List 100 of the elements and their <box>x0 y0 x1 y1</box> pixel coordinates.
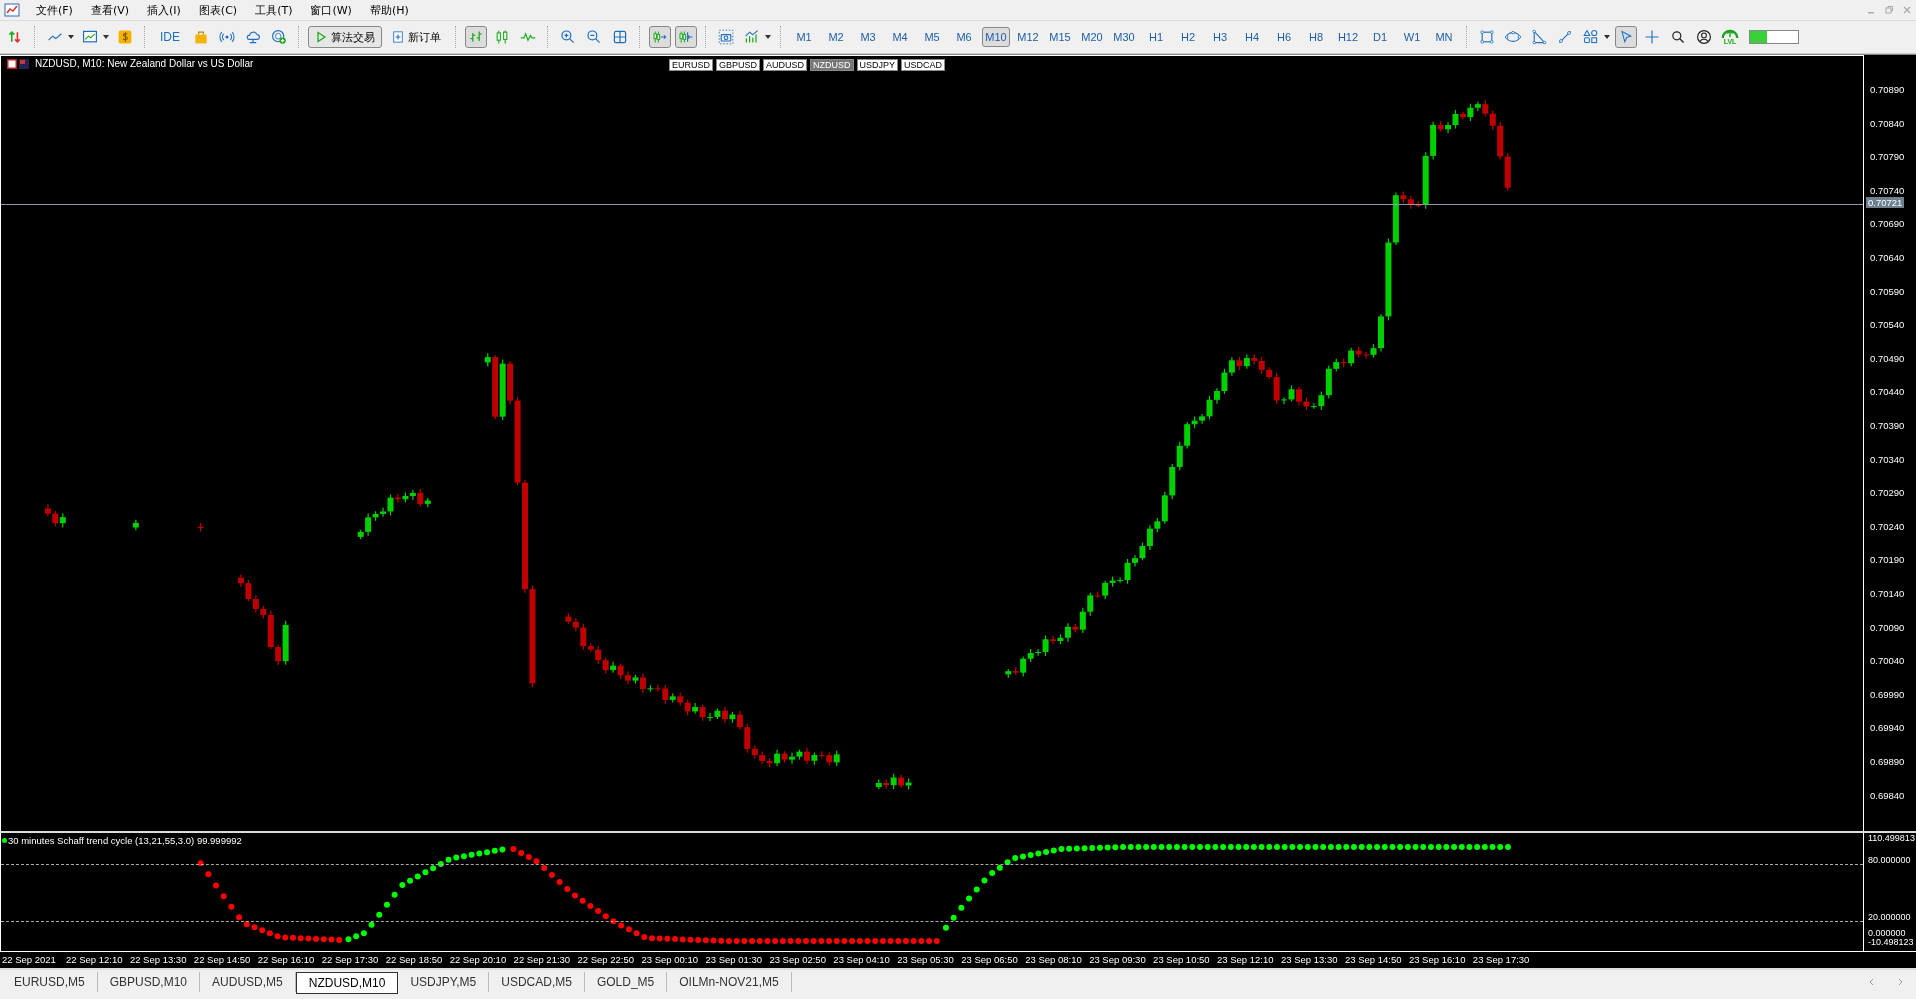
chart-tab[interactable]: OILMn-NOV21,M5 <box>667 972 792 992</box>
chart-shift-icon[interactable] <box>675 26 697 48</box>
price-tick: 0.70640 <box>1869 252 1905 263</box>
timeframe-button[interactable]: M12 <box>1014 27 1042 47</box>
indicator-label: 30 minutes Schaff trend cycle (13,21,55,3.0) 99.999992 <box>8 835 242 846</box>
price-tick: 0.70340 <box>1869 453 1905 465</box>
price-tick: 0.70040 <box>1869 655 1905 667</box>
timeframe-button[interactable]: H4 <box>1238 27 1266 47</box>
timeframe-button[interactable]: M5 <box>918 27 946 47</box>
caret-icon[interactable] <box>102 33 110 41</box>
timeframe-button[interactable]: W1 <box>1398 27 1426 47</box>
scroll-right-icon[interactable] <box>1896 978 1904 986</box>
menu-item[interactable]: 窗口(W) <box>304 2 364 18</box>
menu-item[interactable]: 文件(F) <box>30 2 85 18</box>
time-tick: 22 Sep 12:10 <box>65 954 123 965</box>
timeframe-button[interactable]: M1 <box>790 27 818 47</box>
price-tick: 0.70590 <box>1869 285 1905 297</box>
timeframe-button[interactable]: M10 <box>982 27 1010 47</box>
price-tick: 0.70790 <box>1869 151 1905 163</box>
price-tick: 0.70540 <box>1869 319 1905 331</box>
timeframe-button[interactable]: H1 <box>1142 27 1170 47</box>
price-tick: 0.70290 <box>1869 487 1905 499</box>
timeframe-button[interactable]: H2 <box>1174 27 1202 47</box>
price-tick: 0.69940 <box>1869 722 1905 734</box>
caret-icon[interactable] <box>1603 33 1611 41</box>
chart-tab[interactable]: AUDUSD,M5 <box>200 972 296 992</box>
algo-trading-button[interactable]: 算法交易 <box>308 26 382 48</box>
timeframe-button[interactable]: D1 <box>1366 27 1394 47</box>
time-tick: 23 Sep 04:10 <box>833 954 890 965</box>
time-tick: 23 Sep 12:10 <box>1217 954 1274 965</box>
price-tick: 0.70240 <box>1869 520 1905 532</box>
symbol-button[interactable]: AUDUSD <box>763 59 808 71</box>
close-icon[interactable] <box>1902 5 1912 15</box>
time-tick: 23 Sep 09:30 <box>1089 954 1146 965</box>
time-tick: 22 Sep 13:30 <box>129 954 187 965</box>
time-tick: 23 Sep 16:10 <box>1408 954 1466 965</box>
caret-icon[interactable] <box>67 33 75 41</box>
menu-item[interactable]: 图表(C) <box>192 2 250 18</box>
current-price-label: 0.70721 <box>1866 197 1905 208</box>
chart-title: NZDUSD, M10: New Zealand Dollar vs US Dollar <box>35 58 254 69</box>
app-icon[interactable] <box>4 2 20 18</box>
timeframe-button[interactable]: M6 <box>950 27 978 47</box>
menu-item[interactable]: 工具(T) <box>249 2 305 18</box>
timeframe-button[interactable]: M3 <box>854 27 882 47</box>
scroll-left-icon[interactable] <box>1868 978 1876 986</box>
time-tick: 22 Sep 16:10 <box>257 954 315 965</box>
time-tick: 23 Sep 13:30 <box>1281 954 1338 965</box>
time-tick: 22 Sep 21:30 <box>513 954 571 965</box>
timeframe-button[interactable]: H3 <box>1206 27 1234 47</box>
level-tick: 110.499813 <box>1867 833 1915 843</box>
level-tick: -10.498123 <box>1867 937 1914 947</box>
price-tick: 0.70840 <box>1869 117 1905 129</box>
time-tick: 23 Sep 08:10 <box>1025 954 1082 965</box>
timeframe-button[interactable]: M2 <box>822 27 850 47</box>
time-tick: 22 Sep 17:30 <box>321 954 379 965</box>
chart-tab[interactable]: USDJPY,M5 <box>398 972 490 992</box>
time-tick: 22 Sep 14:50 <box>193 954 251 965</box>
chart-tab[interactable]: GBPUSD,M10 <box>97 972 201 992</box>
time-tick: 22 Sep 22:50 <box>577 954 635 965</box>
timeframe-button[interactable]: M20 <box>1078 27 1106 47</box>
chart-tab[interactable]: NZDUSD,M10 <box>295 972 399 994</box>
price-tick: 0.70390 <box>1869 420 1905 431</box>
price-tick: 0.70190 <box>1869 554 1905 566</box>
time-tick: 23 Sep 02:50 <box>769 954 826 965</box>
price-tick: 0.70740 <box>1869 184 1905 196</box>
timeframe-button[interactable]: H6 <box>1270 27 1298 47</box>
level-tick: 20.000000 <box>1867 912 1911 922</box>
caret-icon[interactable] <box>764 33 772 41</box>
restore-icon[interactable] <box>1884 5 1894 15</box>
chart-tab[interactable]: GOLD_M5 <box>584 972 668 992</box>
timeframe-button[interactable]: M15 <box>1046 27 1074 47</box>
price-tick: 0.70890 <box>1869 84 1905 95</box>
new-order-button[interactable]: 新订单 <box>386 27 447 47</box>
symbol-button[interactable]: GBPUSD <box>716 59 761 71</box>
time-tick: 22 Sep 20:10 <box>449 954 507 965</box>
time-tick: 23 Sep 05:30 <box>897 954 954 965</box>
chart-tab[interactable]: USDCAD,M5 <box>489 972 585 992</box>
time-tick: 23 Sep 14:50 <box>1344 954 1402 965</box>
ide-button[interactable]: IDE <box>154 28 186 46</box>
chart-tab[interactable]: EURUSD,M5 <box>2 972 98 992</box>
add-document-icon <box>392 31 404 43</box>
timeframe-button[interactable]: H8 <box>1302 27 1330 47</box>
level-tick: 0.000000 <box>1867 928 1906 938</box>
level-tick: 80.000000 <box>1867 855 1911 865</box>
symbol-button[interactable]: EURUSD <box>669 59 713 71</box>
time-tick: 23 Sep 17:30 <box>1472 954 1530 965</box>
menu-item[interactable]: 插入(I) <box>141 2 193 18</box>
menu-item[interactable]: 帮助(H) <box>363 2 421 18</box>
symbol-button[interactable]: USDCAD <box>901 59 946 71</box>
timeframe-button[interactable]: H12 <box>1334 27 1362 47</box>
menu-item[interactable]: 查看(V) <box>84 2 142 18</box>
time-tick: 23 Sep 10:50 <box>1153 954 1210 965</box>
symbol-button[interactable]: NZDUSD <box>810 59 854 71</box>
symbol-button[interactable]: USDJPY <box>856 59 899 71</box>
time-tick: 23 Sep 00:10 <box>641 954 699 965</box>
bar-chart-icon[interactable] <box>465 26 487 48</box>
timeframe-button[interactable]: MN <box>1430 27 1458 47</box>
timeframe-button[interactable]: M4 <box>886 27 914 47</box>
auto-scroll-icon[interactable] <box>649 26 671 48</box>
timeframe-button[interactable]: M30 <box>1110 27 1138 47</box>
